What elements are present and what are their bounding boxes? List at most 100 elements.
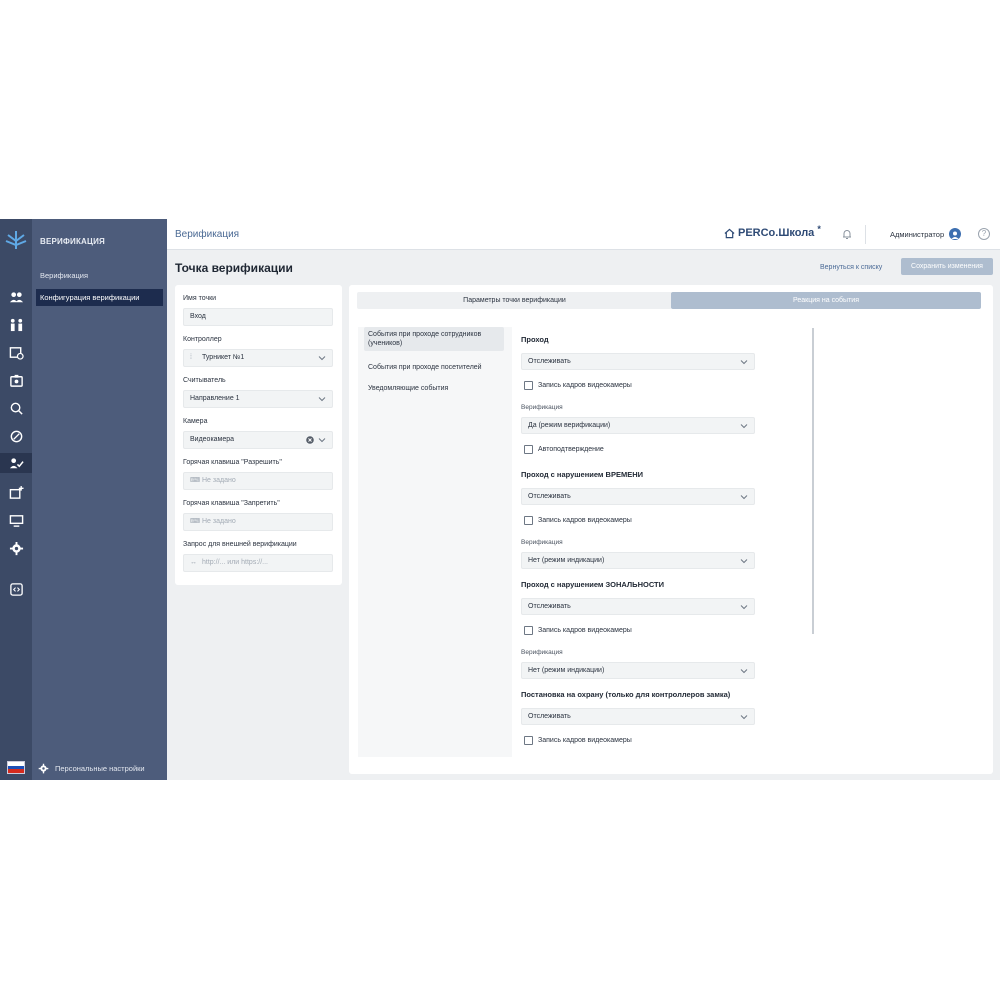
bell-icon[interactable] — [841, 228, 853, 240]
event-groups-nav: События при проходе сотрудников (ученико… — [358, 327, 512, 757]
key-tag-icon[interactable] — [6, 426, 26, 446]
users-icon[interactable] — [6, 287, 26, 307]
point-form-card: Имя точки Вход Контроллер ⁞ Турникет №1 С… — [175, 285, 342, 585]
time-mode-select[interactable]: Отслеживать — [521, 488, 755, 505]
hotkey-allow-input[interactable]: ⌨ Не задано — [183, 472, 333, 490]
back-to-list-link[interactable]: Вернуться к списку — [820, 264, 882, 271]
zone-record-checkbox[interactable]: Запись кадров видеокамеры — [524, 626, 632, 635]
controller-value: Турникет №1 — [202, 354, 245, 361]
time-mode-value: Отслеживать — [528, 493, 571, 500]
menu-item-verification-config[interactable]: Конфигурация верификации — [36, 289, 163, 306]
reactions-card: Параметры точки верификации Реакция на с… — [349, 285, 993, 774]
hotkey-deny-label: Горячая клавиша "Запретить" — [183, 500, 280, 507]
keyboard-icon: ⌨ — [190, 518, 201, 525]
reader-select[interactable]: Направление 1 — [183, 390, 333, 408]
collapse-panel-icon[interactable] — [6, 579, 26, 599]
zone-verif-label: Верификация — [521, 649, 563, 656]
name-label: Имя точки — [183, 295, 217, 302]
verification-icon[interactable] — [0, 453, 32, 473]
menu-item-verification[interactable]: Верификация — [36, 267, 163, 284]
section-zone-title: Проход с нарушением ЗОНАЛЬНОСТИ — [521, 580, 665, 589]
pass-verif-select[interactable]: Да (режим верификации) — [521, 417, 755, 434]
avatar[interactable] — [949, 228, 961, 240]
divider — [865, 225, 866, 244]
app-window: ВЕРИФИКАЦИЯ Верификация Конфигурация вер… — [0, 219, 1000, 780]
time-verif-select[interactable]: Нет (режим индикации) — [521, 552, 755, 569]
zone-record-label: Запись кадров видеокамеры — [538, 627, 632, 634]
zone-mode-value: Отслеживать — [528, 603, 571, 610]
time-verif-value: Нет (режим индикации) — [528, 557, 605, 564]
chevron-down-icon — [740, 360, 748, 365]
pass-verif-value: Да (режим верификации) — [528, 422, 611, 429]
language-flag-icon[interactable] — [7, 761, 25, 774]
hotkey-deny-value: Не задано — [202, 518, 236, 525]
controller-select[interactable]: ⁞ Турникет №1 — [183, 349, 333, 367]
ext-request-placeholder: http://... или https://... — [202, 559, 268, 566]
page-title: Точка верификации — [175, 261, 293, 275]
gear-icon — [38, 763, 49, 774]
brand-name: PERCo.Школа — [738, 227, 815, 239]
perco-logo-icon[interactable] — [4, 229, 28, 251]
zone-verif-value: Нет (режим индикации) — [528, 667, 605, 674]
personal-settings-link[interactable]: Персональные настройки — [38, 763, 145, 774]
guard-record-checkbox[interactable]: Запись кадров видеокамеры — [524, 736, 632, 745]
ext-request-label: Запрос для внешней верификации — [183, 541, 297, 548]
scrollbar[interactable] — [812, 328, 814, 634]
checkbox-box[interactable] — [524, 381, 533, 390]
pass-record-label: Запись кадров видеокамеры — [538, 382, 632, 389]
chevron-down-icon — [318, 397, 326, 402]
checkbox-box[interactable] — [524, 516, 533, 525]
pass-record-checkbox[interactable]: Запись кадров видеокамеры — [524, 381, 632, 390]
event-group-staff[interactable]: События при проходе сотрудников (ученико… — [364, 327, 504, 351]
hotkey-allow-value: Не задано — [202, 477, 236, 484]
breadcrumb[interactable]: Верификация — [175, 229, 239, 240]
people-group-icon[interactable] — [6, 314, 26, 334]
tab-event-reactions[interactable]: Реакция на события — [671, 292, 981, 309]
guard-mode-select[interactable]: Отслеживать — [521, 708, 755, 725]
guard-mode-value: Отслеживать — [528, 713, 571, 720]
user-name[interactable]: Администратор — [890, 230, 944, 239]
menu-section-title: ВЕРИФИКАЦИЯ — [40, 237, 105, 246]
section-menu: ВЕРИФИКАЦИЯ Верификация Конфигурация вер… — [32, 219, 167, 780]
time-record-checkbox[interactable]: Запись кадров видеокамеры — [524, 516, 632, 525]
pass-auto-label: Автоподтверждение — [538, 446, 604, 453]
pass-mode-value: Отслеживать — [528, 358, 571, 365]
guard-record-label: Запись кадров видеокамеры — [538, 737, 632, 744]
pass-auto-checkbox[interactable]: Автоподтверждение — [524, 445, 604, 454]
calendar-clock-icon[interactable] — [6, 342, 26, 362]
clear-icon[interactable] — [306, 436, 314, 444]
chevron-down-icon — [318, 438, 326, 443]
event-group-visitors[interactable]: События при проходе посетителей — [364, 360, 504, 375]
hotkey-allow-label: Горячая клавиша "Разрешить" — [183, 459, 282, 466]
chevron-down-icon — [740, 669, 748, 674]
time-record-label: Запись кадров видеокамеры — [538, 517, 632, 524]
gear-icon[interactable] — [6, 538, 26, 558]
section-pass-title: Проход — [521, 335, 549, 344]
monitor-icon[interactable] — [6, 510, 26, 530]
checkbox-box[interactable] — [524, 736, 533, 745]
keyboard-icon: ⌨ — [190, 477, 201, 484]
personal-settings-label: Персональные настройки — [55, 764, 145, 773]
chevron-down-icon — [740, 424, 748, 429]
checkbox-box[interactable] — [524, 626, 533, 635]
location-search-icon[interactable] — [6, 398, 26, 418]
reader-label: Считыватель — [183, 377, 226, 384]
pass-mode-select[interactable]: Отслеживать — [521, 353, 755, 370]
name-input[interactable]: Вход — [183, 308, 333, 326]
id-badge-icon[interactable] — [6, 370, 26, 390]
camera-select[interactable]: Видеокамера — [183, 431, 333, 449]
zone-mode-select[interactable]: Отслеживать — [521, 598, 755, 615]
pass-verif-label: Верификация — [521, 404, 563, 411]
tab-point-parameters[interactable]: Параметры точки верификации — [357, 292, 672, 309]
checkbox-box[interactable] — [524, 445, 533, 454]
hotkey-deny-input[interactable]: ⌨ Не задано — [183, 513, 333, 531]
help-icon[interactable]: ? — [978, 228, 990, 240]
chevron-down-icon — [318, 356, 326, 361]
add-device-icon[interactable] — [6, 482, 26, 502]
top-bar: Верификация PERCo.Школа * Администратор … — [167, 219, 1000, 250]
ext-request-input[interactable]: ↔ http://... или https://... — [183, 554, 333, 572]
event-group-notifications[interactable]: Уведомляющие события — [364, 381, 504, 396]
house-icon — [724, 228, 735, 238]
zone-verif-select[interactable]: Нет (режим индикации) — [521, 662, 755, 679]
save-button[interactable]: Сохранить изменения — [901, 258, 993, 275]
